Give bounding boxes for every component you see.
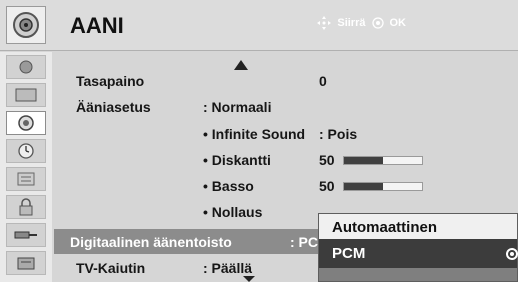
digital-audio-popup: Automaattinen PCM bbox=[318, 213, 518, 282]
infinite-sound-value: : Pois bbox=[319, 126, 358, 142]
nav-move-label: Siirrä bbox=[337, 17, 366, 29]
sound-mode-value: : Normaali bbox=[203, 99, 272, 115]
infinite-sound-label[interactable]: • Infinite Sound bbox=[203, 126, 305, 142]
input-icon bbox=[14, 231, 37, 239]
picture-icon bbox=[19, 60, 33, 74]
speaker-icon bbox=[18, 115, 34, 131]
scroll-down-icon[interactable] bbox=[243, 276, 255, 282]
option-pcm[interactable]: PCM bbox=[332, 245, 365, 262]
sound-mode-label[interactable]: Ääniasetus bbox=[76, 99, 151, 115]
move-arrows-icon bbox=[317, 16, 332, 30]
treble-slider-fill bbox=[344, 157, 383, 164]
bass-label[interactable]: • Basso bbox=[203, 178, 254, 194]
ok-button-icon bbox=[371, 17, 384, 29]
treble-value: 50 bbox=[319, 152, 335, 168]
tv-speaker-value: : Päällä bbox=[203, 260, 253, 276]
treble-label[interactable]: • Diskantti bbox=[203, 152, 271, 168]
treble-slider[interactable] bbox=[343, 156, 423, 165]
page-title: AANI bbox=[70, 13, 124, 38]
sidebar-item-options[interactable] bbox=[6, 167, 46, 191]
bass-value: 50 bbox=[319, 178, 335, 194]
menu-header: AANI Siirrä OK bbox=[0, 0, 518, 51]
bass-slider[interactable] bbox=[343, 182, 423, 191]
screen-icon bbox=[15, 88, 37, 102]
balance-label[interactable]: Tasapaino bbox=[76, 73, 144, 89]
reset-label[interactable]: • Nollaus bbox=[203, 204, 262, 220]
navigation-hint: Siirrä OK bbox=[317, 16, 406, 30]
digital-audio-label[interactable]: Digitaalinen äänentoisto bbox=[70, 234, 232, 250]
sidebar-item-screen[interactable] bbox=[6, 83, 46, 107]
option-automaattinen[interactable]: Automaattinen bbox=[332, 219, 437, 236]
options-icon bbox=[17, 172, 35, 186]
nav-ok-label: OK bbox=[389, 17, 407, 29]
speaker-icon bbox=[6, 6, 46, 44]
sidebar-item-usb[interactable] bbox=[6, 251, 46, 275]
sidebar-item-lock[interactable] bbox=[6, 195, 46, 219]
balance-value: 0 bbox=[319, 73, 327, 89]
radio-selected-icon[interactable] bbox=[506, 248, 518, 260]
sidebar bbox=[0, 52, 52, 282]
sidebar-item-input[interactable] bbox=[6, 223, 46, 247]
tv-speaker-label[interactable]: TV-Kaiutin bbox=[76, 260, 145, 276]
lock-icon bbox=[19, 198, 33, 216]
usb-icon bbox=[17, 257, 35, 270]
bass-slider-fill bbox=[344, 183, 383, 190]
sidebar-item-time[interactable] bbox=[6, 139, 46, 163]
scroll-up-icon[interactable] bbox=[234, 60, 248, 70]
sidebar-item-sound[interactable] bbox=[6, 111, 46, 135]
sidebar-item-picture[interactable] bbox=[6, 55, 46, 79]
clock-icon bbox=[18, 143, 34, 159]
